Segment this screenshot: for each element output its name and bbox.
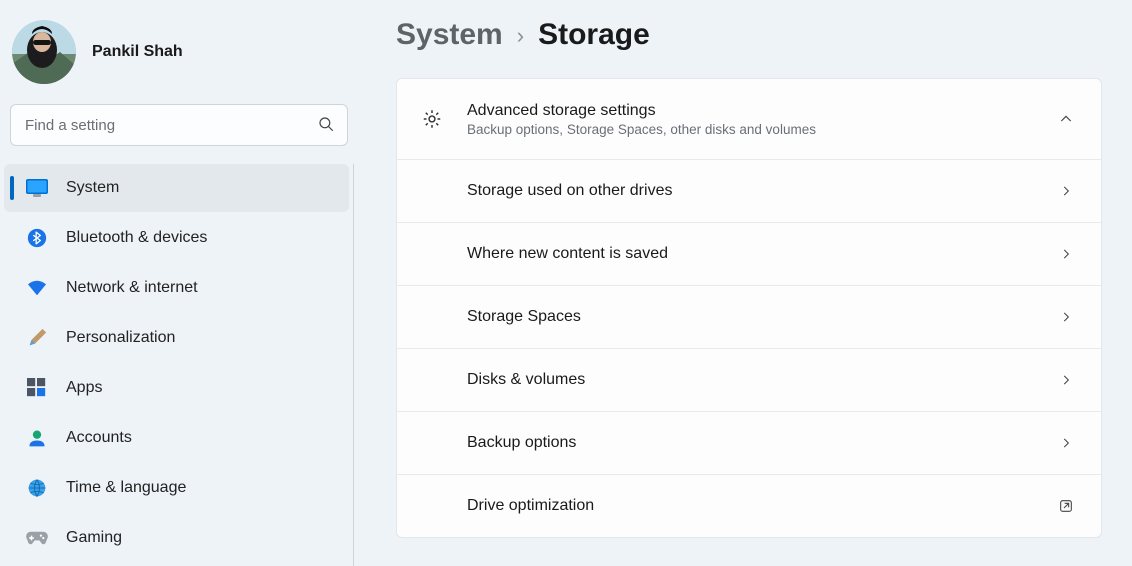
- apps-icon: [26, 377, 48, 399]
- sidebar-item-label: Personalization: [66, 329, 339, 347]
- row-label: Disks & volumes: [467, 371, 1055, 389]
- sidebar-item-label: Bluetooth & devices: [66, 229, 339, 247]
- person-icon: [26, 427, 48, 449]
- sidebar-item-gaming[interactable]: Gaming: [4, 514, 349, 562]
- row-label: Storage used on other drives: [467, 182, 1055, 200]
- sidebar-item-network[interactable]: Network & internet: [4, 264, 349, 312]
- sidebar-item-time-language[interactable]: Time & language: [4, 464, 349, 512]
- globe-icon: [26, 477, 48, 499]
- breadcrumb-parent[interactable]: System: [396, 18, 503, 52]
- sidebar-item-label: Gaming: [66, 529, 339, 547]
- row-storage-other-drives[interactable]: Storage used on other drives: [397, 159, 1101, 222]
- panel-title: Advanced storage settings: [467, 102, 1055, 120]
- sidebar-item-label: Network & internet: [66, 279, 339, 297]
- sidebar-item-label: Apps: [66, 379, 339, 397]
- gamepad-icon: [26, 527, 48, 549]
- chevron-right-icon: [1055, 180, 1077, 202]
- sidebar-item-label: Time & language: [66, 479, 339, 497]
- row-label: Backup options: [467, 434, 1055, 452]
- nav: System Bluetooth & devices Network & int…: [4, 164, 354, 566]
- row-label: Storage Spaces: [467, 308, 1055, 326]
- bluetooth-icon: [26, 227, 48, 249]
- gear-icon: [421, 108, 443, 130]
- system-icon: [26, 177, 48, 199]
- search-input[interactable]: [25, 117, 317, 134]
- row-backup-options[interactable]: Backup options: [397, 411, 1101, 474]
- row-drive-optimization[interactable]: Drive optimization: [397, 474, 1101, 537]
- app-shell: Pankil Shah System Bluetooth &: [0, 0, 1132, 566]
- sidebar-item-label: Accounts: [66, 429, 339, 447]
- brush-icon: [26, 327, 48, 349]
- breadcrumb: System › Storage: [396, 18, 1102, 78]
- chevron-up-icon: [1055, 108, 1077, 130]
- search-icon: [317, 115, 335, 136]
- search-box[interactable]: [10, 104, 348, 146]
- open-external-icon: [1055, 495, 1077, 517]
- profile-name: Pankil Shah: [92, 43, 183, 61]
- main-content: System › Storage Advanced storage settin…: [360, 0, 1132, 566]
- advanced-storage-header[interactable]: Advanced storage settings Backup options…: [397, 79, 1101, 159]
- sidebar-item-apps[interactable]: Apps: [4, 364, 349, 412]
- advanced-storage-card: Advanced storage settings Backup options…: [396, 78, 1102, 538]
- row-where-new-content[interactable]: Where new content is saved: [397, 222, 1101, 285]
- breadcrumb-current: Storage: [538, 18, 650, 52]
- panel-subtitle: Backup options, Storage Spaces, other di…: [467, 122, 1055, 137]
- sidebar-item-accounts[interactable]: Accounts: [4, 414, 349, 462]
- sidebar-item-system[interactable]: System: [4, 164, 349, 212]
- chevron-right-icon: [1055, 432, 1077, 454]
- sidebar-item-personalization[interactable]: Personalization: [4, 314, 349, 362]
- profile[interactable]: Pankil Shah: [4, 10, 354, 104]
- chevron-right-icon: ›: [517, 23, 524, 49]
- search-wrap: [4, 104, 354, 164]
- row-label: Where new content is saved: [467, 245, 1055, 263]
- row-label: Drive optimization: [467, 497, 1055, 515]
- sidebar-item-bluetooth[interactable]: Bluetooth & devices: [4, 214, 349, 262]
- sidebar-item-label: System: [66, 179, 339, 197]
- chevron-right-icon: [1055, 243, 1077, 265]
- row-storage-spaces[interactable]: Storage Spaces: [397, 285, 1101, 348]
- wifi-icon: [26, 277, 48, 299]
- avatar: [12, 20, 76, 84]
- chevron-right-icon: [1055, 369, 1077, 391]
- chevron-right-icon: [1055, 306, 1077, 328]
- row-disks-volumes[interactable]: Disks & volumes: [397, 348, 1101, 411]
- sidebar: Pankil Shah System Bluetooth &: [0, 0, 360, 566]
